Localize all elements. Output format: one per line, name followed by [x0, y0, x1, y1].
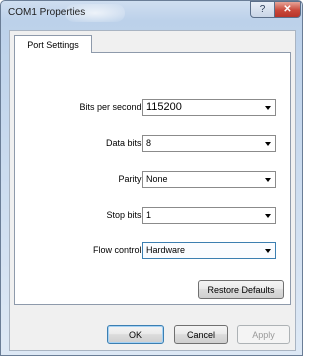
- bits-per-second-label: Bits per second:: [79, 102, 144, 112]
- data-bits-dropdown[interactable]: 8: [142, 135, 276, 152]
- tab-port-settings[interactable]: Port Settings: [14, 35, 92, 53]
- stop-bits-row: Stop bits: 1: [15, 207, 292, 225]
- apply-label: Apply: [252, 329, 275, 340]
- tab-label: Port Settings: [27, 39, 79, 50]
- bits-per-second-value: 115200: [146, 101, 182, 113]
- data-bits-row: Data bits: 8: [15, 135, 292, 153]
- help-button[interactable]: ?: [250, 1, 275, 18]
- apply-button[interactable]: Apply: [237, 325, 290, 344]
- data-bits-label: Data bits:: [105, 138, 144, 148]
- port-settings-panel: Bits per second: 115200 Data bits: 8 Par…: [14, 52, 291, 305]
- dialog-client-area: Port Settings Bits per second: 115200 Da…: [9, 30, 296, 351]
- chevron-down-icon: [265, 249, 271, 253]
- flow-control-label: Flow control:: [92, 245, 144, 255]
- window-title: COM1 Properties: [8, 7, 86, 18]
- stop-bits-dropdown[interactable]: 1: [142, 207, 276, 224]
- title-bar[interactable]: COM1 Properties ? ✕: [1, 1, 302, 25]
- restore-defaults-label: Restore Defaults: [207, 284, 275, 295]
- parity-dropdown[interactable]: None: [142, 171, 276, 188]
- restore-defaults-button[interactable]: Restore Defaults: [198, 280, 284, 299]
- ok-label: OK: [128, 329, 142, 340]
- flow-control-value: Hardware: [146, 245, 186, 255]
- bits-per-second-row: Bits per second: 115200: [15, 99, 292, 117]
- parity-label: Parity:: [118, 174, 144, 184]
- cancel-button[interactable]: Cancel: [174, 325, 228, 344]
- chevron-down-icon: [265, 142, 271, 146]
- close-button[interactable]: ✕: [274, 1, 301, 18]
- chevron-down-icon: [265, 178, 271, 182]
- help-icon: ?: [259, 4, 266, 15]
- dialog-window: COM1 Properties ? ✕ Port Settings Bits p…: [0, 0, 303, 356]
- ok-button[interactable]: OK: [107, 325, 164, 344]
- parity-row: Parity: None: [15, 171, 292, 189]
- flow-control-row: Flow control: Hardware: [15, 242, 292, 260]
- parity-value: None: [146, 174, 168, 184]
- data-bits-value: 8: [146, 138, 152, 148]
- stop-bits-value: 1: [146, 210, 152, 220]
- stop-bits-label: Stop bits:: [106, 210, 144, 220]
- cancel-label: Cancel: [186, 329, 215, 340]
- chevron-down-icon: [265, 106, 271, 110]
- flow-control-dropdown[interactable]: Hardware: [142, 242, 276, 259]
- bits-per-second-dropdown[interactable]: 115200: [142, 99, 276, 116]
- chevron-down-icon: [265, 214, 271, 218]
- close-icon: ✕: [283, 4, 292, 15]
